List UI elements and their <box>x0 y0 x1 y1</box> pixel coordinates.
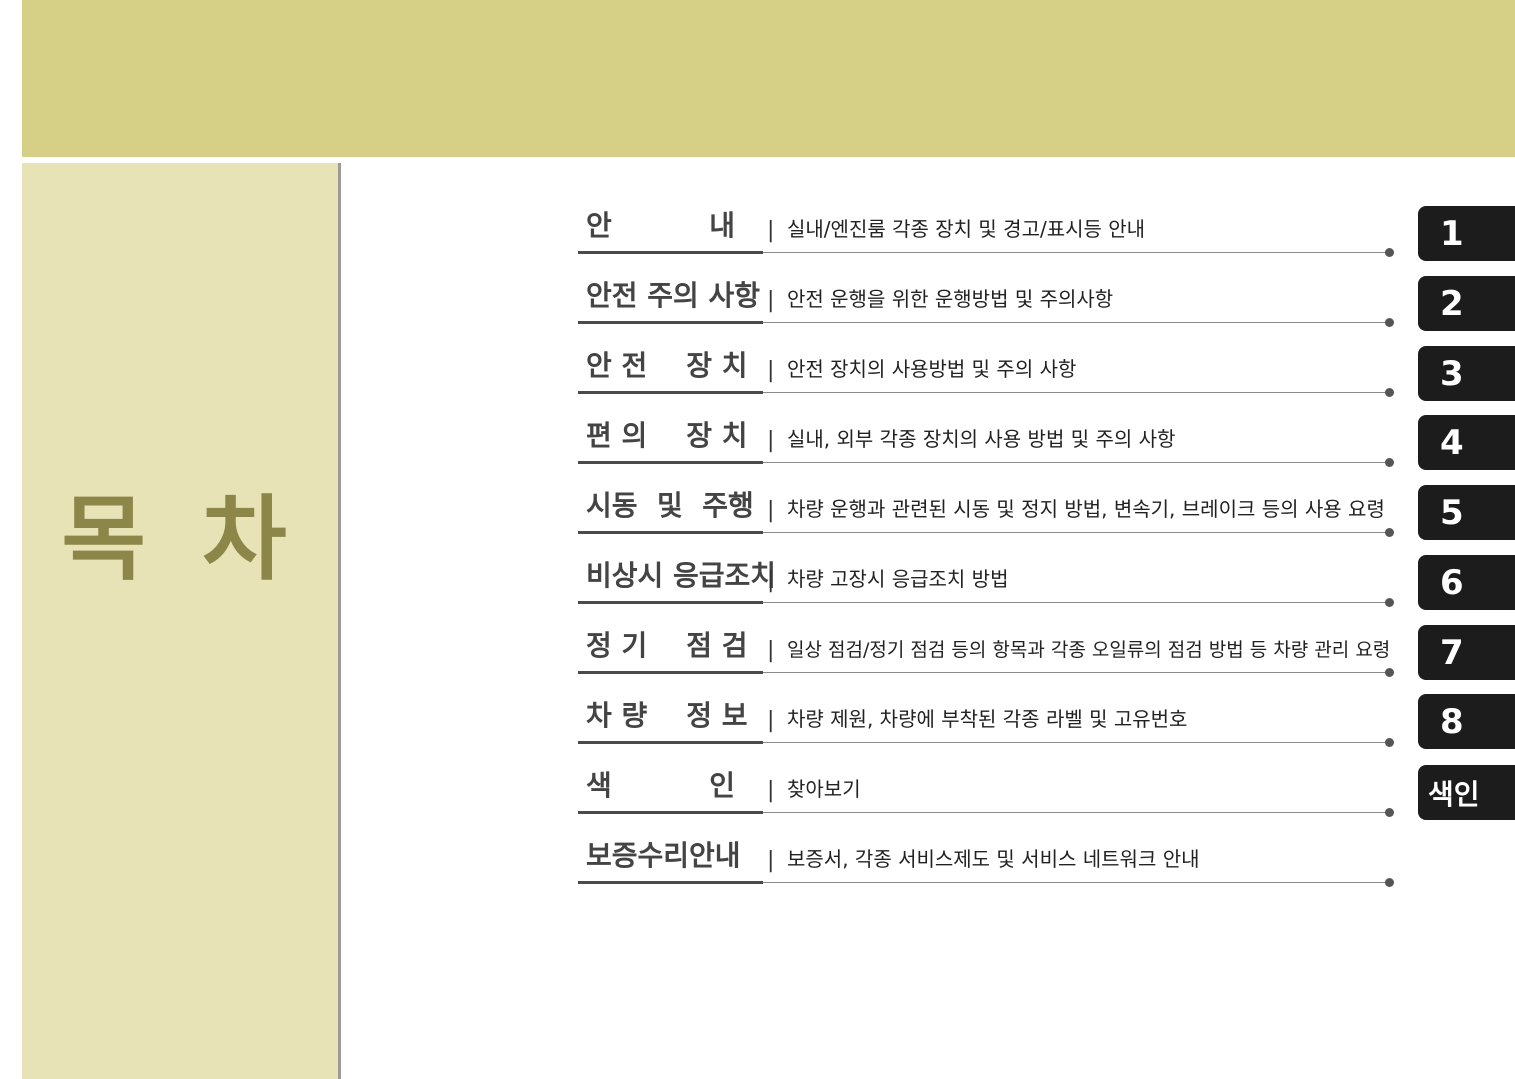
entry-separator: | <box>767 848 775 873</box>
chapter-tab-2[interactable]: 2 <box>1418 276 1515 331</box>
entry-heading[interactable]: 차 량 정 보 <box>586 694 764 734</box>
chapter-tab-7[interactable]: 7 <box>1418 625 1515 680</box>
entry-description: 일상 점검/정기 점검 등의 항목과 각종 오일류의 점검 방법 등 차량 관리… <box>787 639 1391 661</box>
entry-description: 차량 운행과 관련된 시동 및 정지 방법, 변속기, 브레이크 등의 사용 요… <box>787 497 1385 521</box>
chapter-tab-6[interactable]: 6 <box>1418 555 1515 610</box>
leader-line <box>763 252 1390 253</box>
heading-underline <box>578 391 763 394</box>
heading-underline <box>578 461 763 464</box>
entry-description: 차량 고장시 응급조치 방법 <box>787 567 1009 591</box>
entry-description: 안전 장치의 사용방법 및 주의 사항 <box>787 357 1077 381</box>
toc-entry-5[interactable]: 시동 및 주행 | 차량 운행과 관련된 시동 및 정지 방법, 변속기, 브레… <box>578 472 1398 537</box>
toc-entry-7[interactable]: 정 기 점 검 | 일상 점검/정기 점검 등의 항목과 각종 오일류의 점검 … <box>578 612 1398 677</box>
heading-underline <box>578 601 763 604</box>
leader-line <box>763 672 1390 673</box>
leader-dot <box>1385 598 1394 607</box>
entry-heading[interactable]: 안전 주의 사항 <box>586 274 764 314</box>
entry-heading[interactable]: 비상시 응급조치 <box>586 554 776 594</box>
chapter-tab-4[interactable]: 4 <box>1418 415 1515 470</box>
leader-dot <box>1385 318 1394 327</box>
entry-separator: | <box>767 218 775 243</box>
entry-separator: | <box>767 708 775 733</box>
entry-heading[interactable]: 편 의 장 치 <box>586 414 764 454</box>
entry-separator: | <box>767 778 775 803</box>
heading-underline <box>578 811 763 814</box>
header-band <box>22 0 1515 157</box>
leader-dot <box>1385 738 1394 747</box>
entry-separator: | <box>767 428 775 453</box>
entry-separator: | <box>767 568 775 593</box>
leader-dot <box>1385 878 1394 887</box>
toc-entry-2[interactable]: 안전 주의 사항 | 안전 운행을 위한 운행방법 및 주의사항 <box>578 262 1398 327</box>
heading-underline <box>578 881 763 884</box>
entry-description: 안전 운행을 위한 운행방법 및 주의사항 <box>787 287 1114 311</box>
entry-description: 실내, 외부 각종 장치의 사용 방법 및 주의 사항 <box>787 427 1176 451</box>
side-panel-divider <box>338 163 341 1079</box>
leader-line <box>763 322 1390 323</box>
leader-dot <box>1385 668 1394 677</box>
entry-heading[interactable]: 시동 및 주행 <box>586 484 764 524</box>
entry-description: 찾아보기 <box>787 777 861 801</box>
entry-description: 차량 제원, 차량에 부착된 각종 라벨 및 고유번호 <box>787 707 1188 731</box>
entry-description: 보증서, 각종 서비스제도 및 서비스 네트워크 안내 <box>787 847 1200 871</box>
toc-entry-10[interactable]: 보증수리안내 | 보증서, 각종 서비스제도 및 서비스 네트워크 안내 <box>578 822 1398 887</box>
entry-description: 실내/엔진룸 각종 장치 및 경고/표시등 안내 <box>787 217 1146 241</box>
heading-underline <box>578 671 763 674</box>
leader-line <box>763 812 1390 813</box>
entry-separator: | <box>767 358 775 383</box>
leader-line <box>763 392 1390 393</box>
chapter-tab-3[interactable]: 3 <box>1418 346 1515 401</box>
leader-dot <box>1385 528 1394 537</box>
entry-heading[interactable]: 안 내 <box>586 204 764 244</box>
toc-entry-1[interactable]: 안 내 | 실내/엔진룸 각종 장치 및 경고/표시등 안내 <box>578 192 1398 257</box>
entry-separator: | <box>767 288 775 313</box>
heading-underline <box>578 531 763 534</box>
heading-underline <box>578 741 763 744</box>
leader-dot <box>1385 458 1394 467</box>
toc-entry-9[interactable]: 색 인 | 찾아보기 <box>578 752 1398 817</box>
entry-heading[interactable]: 색 인 <box>586 764 764 804</box>
entry-heading[interactable]: 안 전 장 치 <box>586 344 764 384</box>
leader-line <box>763 882 1390 883</box>
entry-separator: | <box>767 498 775 523</box>
entry-heading[interactable]: 정 기 점 검 <box>586 624 764 664</box>
page-title: 목 차 <box>61 486 299 593</box>
leader-dot <box>1385 808 1394 817</box>
leader-dot <box>1385 248 1394 257</box>
heading-underline <box>578 251 763 254</box>
leader-line <box>763 742 1390 743</box>
chapter-tab-8[interactable]: 8 <box>1418 694 1515 749</box>
page-left-margin <box>0 0 22 1079</box>
toc-entry-3[interactable]: 안 전 장 치 | 안전 장치의 사용방법 및 주의 사항 <box>578 332 1398 397</box>
heading-underline <box>578 321 763 324</box>
toc-entry-6[interactable]: 비상시 응급조치 | 차량 고장시 응급조치 방법 <box>578 542 1398 607</box>
leader-line <box>763 462 1390 463</box>
toc-entry-8[interactable]: 차 량 정 보 | 차량 제원, 차량에 부착된 각종 라벨 및 고유번호 <box>578 682 1398 747</box>
leader-dot <box>1385 388 1394 397</box>
chapter-tab-index[interactable]: 색인 <box>1418 765 1515 820</box>
toc-entry-4[interactable]: 편 의 장 치 | 실내, 외부 각종 장치의 사용 방법 및 주의 사항 <box>578 402 1398 467</box>
leader-line <box>763 602 1390 603</box>
chapter-tab-1[interactable]: 1 <box>1418 206 1515 261</box>
chapter-tab-5[interactable]: 5 <box>1418 485 1515 540</box>
entry-heading[interactable]: 보증수리안내 <box>586 834 764 874</box>
entry-separator: | <box>767 638 775 663</box>
side-panel <box>22 163 338 1079</box>
leader-line <box>763 532 1390 533</box>
